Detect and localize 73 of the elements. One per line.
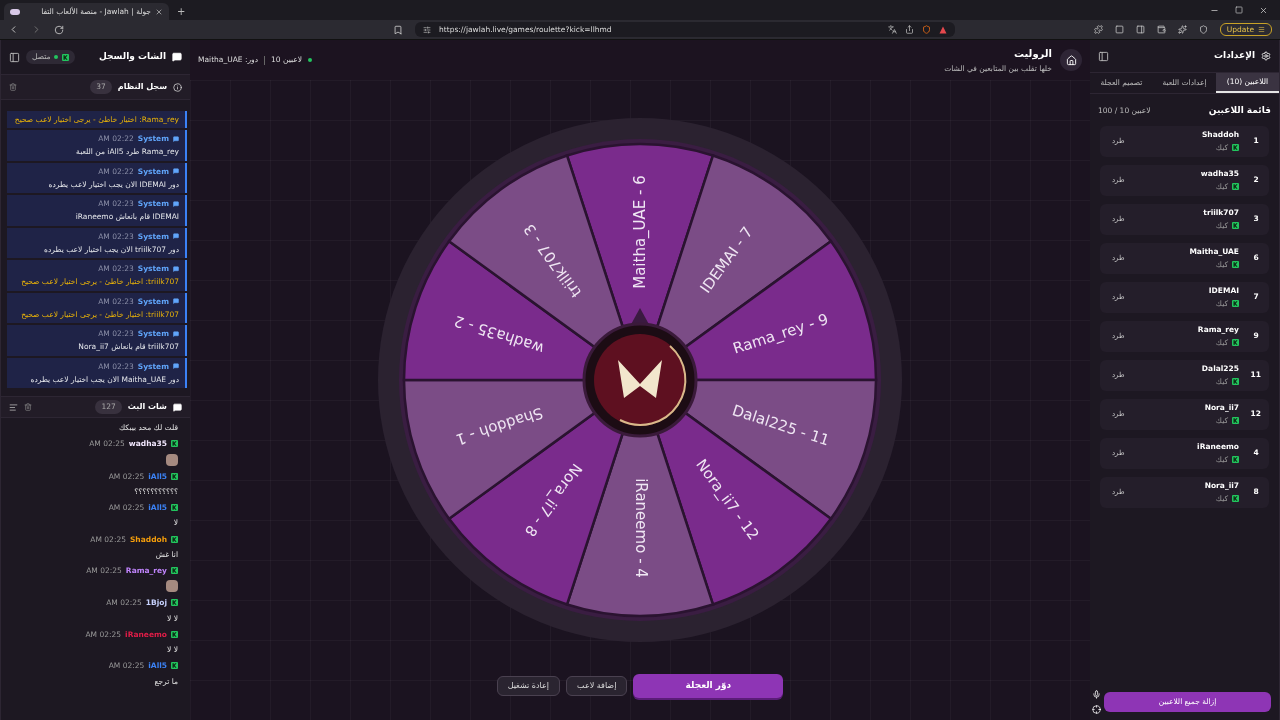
panel-title: الشات والسجل	[99, 50, 166, 64]
platform-icon	[1232, 261, 1239, 269]
segment-label: iRaneemo - 4	[631, 478, 650, 578]
maximize-icon[interactable]	[1235, 6, 1243, 14]
platform-icon	[1232, 495, 1239, 503]
new-tab-button[interactable]: +	[169, 3, 194, 20]
action-button[interactable]: إعادة تشغيل	[496, 676, 561, 696]
platform-icon	[1232, 378, 1239, 386]
panel-title: الإعدادات	[1214, 49, 1255, 63]
menu-icon	[1258, 26, 1265, 33]
page-title: الروليت	[1012, 46, 1052, 61]
triangle-icon[interactable]	[939, 25, 947, 34]
home-icon	[1065, 54, 1077, 66]
system-icon	[173, 135, 179, 142]
action-button[interactable]: إضافة لاعب	[566, 676, 628, 696]
platform-icon	[1232, 339, 1239, 347]
platform-icon	[1232, 222, 1239, 230]
system-icon	[173, 363, 179, 370]
close-window-icon[interactable]	[1259, 5, 1268, 15]
section-title: شات البث	[127, 401, 167, 413]
platform-icon	[1232, 144, 1239, 152]
list-title: قائمة اللاعبين	[1208, 104, 1271, 118]
collapse-panel-icon[interactable]	[9, 51, 20, 63]
platform-icon	[171, 662, 178, 670]
platform-icon	[171, 630, 178, 638]
wallet-icon[interactable]	[1156, 25, 1166, 34]
system-icon	[173, 298, 179, 305]
emote-placeholder	[166, 580, 178, 593]
collapse-panel-icon[interactable]	[1098, 50, 1109, 62]
reload-icon[interactable]	[54, 24, 64, 35]
platform-icon	[171, 535, 178, 543]
chat-icon	[173, 402, 182, 412]
system-icon	[173, 168, 179, 175]
platform-icon	[1232, 456, 1239, 464]
system-icon	[173, 330, 179, 337]
settings-icon	[1261, 51, 1271, 61]
system-icon	[173, 200, 179, 207]
extensions-icon[interactable]	[1093, 25, 1103, 34]
microphone-icon[interactable]	[1092, 690, 1101, 699]
platform-icon	[62, 53, 70, 61]
share-icon[interactable]	[905, 25, 914, 34]
platform-icon	[171, 599, 178, 607]
system-icon	[173, 233, 179, 240]
target-icon[interactable]	[1092, 705, 1101, 714]
platform-icon	[171, 567, 178, 575]
delete-icon[interactable]	[9, 83, 17, 91]
platform-icon	[1232, 300, 1239, 308]
bookmark-icon[interactable]	[393, 24, 403, 35]
shield-icon[interactable]	[922, 25, 931, 34]
platform-icon	[1232, 183, 1239, 191]
platform-icon	[171, 472, 178, 480]
translate-icon[interactable]	[888, 25, 897, 34]
filter-icon[interactable]	[9, 402, 18, 412]
info-icon	[173, 82, 182, 92]
emote-placeholder	[166, 453, 178, 466]
chat-icon	[172, 52, 182, 62]
platform-icon	[171, 504, 178, 512]
sidebar-icon[interactable]	[1135, 25, 1145, 34]
home-button[interactable]	[1060, 49, 1082, 71]
platform-icon	[171, 440, 178, 448]
platform-icon	[1232, 417, 1239, 425]
shield-outline-icon[interactable]	[1198, 25, 1208, 34]
close-icon[interactable]	[155, 7, 163, 16]
section-title: سجل النظام	[117, 81, 167, 93]
site-settings-icon[interactable]	[423, 25, 431, 34]
screenshot-icon[interactable]	[1114, 25, 1124, 34]
system-icon	[173, 265, 179, 272]
sparkle-icon[interactable]	[1177, 25, 1187, 34]
favicon-icon	[10, 8, 20, 15]
segment-label: Maitha_UAE - 6	[630, 175, 649, 289]
spin-button[interactable]: دوّر العجلة	[633, 674, 784, 698]
delete-icon[interactable]	[24, 403, 32, 411]
logo-icon	[618, 360, 662, 398]
